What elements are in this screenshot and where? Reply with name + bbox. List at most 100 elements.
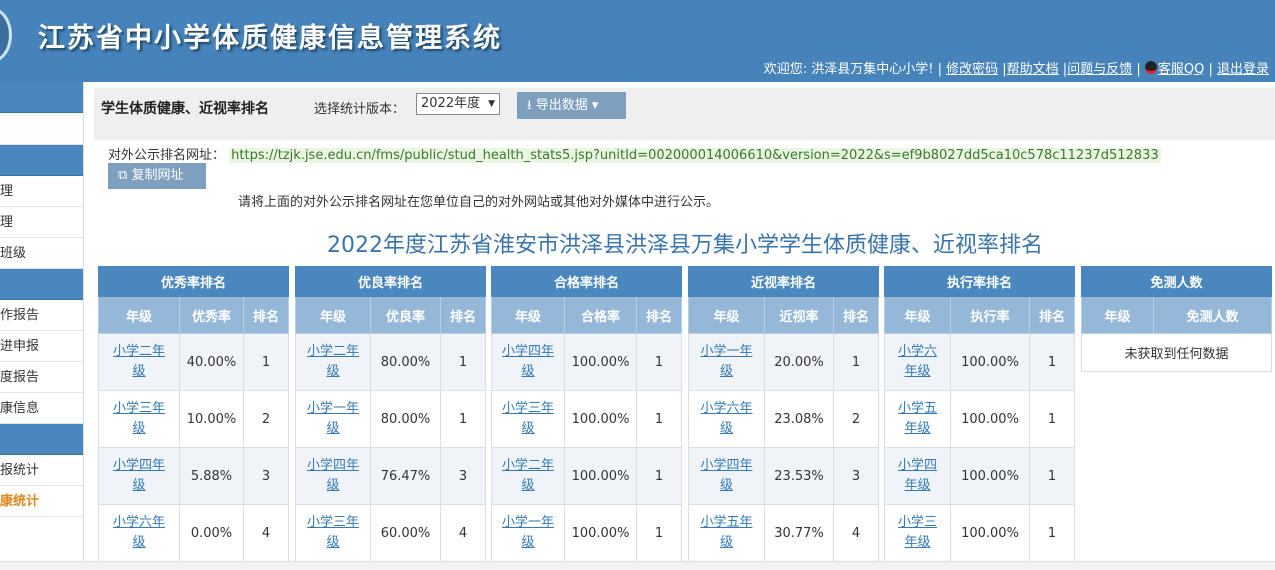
rate-cell: 40.00% xyxy=(179,333,244,391)
grade-link[interactable]: 小学三年级 xyxy=(898,515,937,550)
sidebar-item-active[interactable]: 康统计 xyxy=(0,486,83,517)
grade-link[interactable]: 小学三年级 xyxy=(502,401,554,436)
grade-link[interactable]: 小学一年级 xyxy=(307,401,359,436)
logout-link[interactable]: 退出登录 xyxy=(1217,62,1269,77)
column-header: 免测人数 xyxy=(1153,296,1272,334)
rank-cell: 1 xyxy=(440,390,486,448)
sidebar-item[interactable]: 度报告 xyxy=(0,362,83,393)
rate-cell: 30.77% xyxy=(764,504,834,562)
rate-cell: 100.00% xyxy=(950,504,1030,562)
table-row: 小学四年级 23.53% 3 xyxy=(688,447,879,505)
logo-icon xyxy=(0,7,12,63)
sidebar-item[interactable]: 理 xyxy=(0,176,83,207)
table-row: 小学六年级 23.08% 2 xyxy=(688,390,879,448)
public-url-value[interactable]: https://tzjk.jse.edu.cn/fms/public/stud_… xyxy=(229,148,1161,163)
rank-cell: 4 xyxy=(833,504,879,562)
execution-rank-table: 执行率排名 年级 执行率 排名 小学六 年级 100.00% 1 小学五 年级 100.00… xyxy=(884,266,1075,562)
grade-cell: 小学六年级 xyxy=(884,333,951,391)
export-button[interactable]: ⭳ 导出数据 ▾ xyxy=(517,92,626,119)
rank-cell: 1 xyxy=(636,333,682,391)
myopia-rank-table: 近视率排名 年级 近视率 排名 小学一年级 20.00% 1 小学六年级 23.08% 2… xyxy=(688,266,879,562)
grade-cell: 小学一年级 xyxy=(688,333,765,391)
change-password-link[interactable]: 修改密码 xyxy=(946,62,998,77)
grade-link[interactable]: 小学四年级 xyxy=(898,458,937,493)
sidebar-group-header[interactable] xyxy=(0,269,83,300)
grade-cell: 小学四年级 xyxy=(295,447,371,505)
sidebar-group-header[interactable] xyxy=(0,145,83,176)
table-row: 小学三年级 60.00% 4 xyxy=(295,504,486,562)
sidebar-item[interactable] xyxy=(0,113,83,145)
grade-cell: 小学三年级 xyxy=(491,390,565,448)
rate-cell: 0.00% xyxy=(179,504,244,562)
grade-cell: 小学三年级 xyxy=(884,504,951,562)
rank-cell: 1 xyxy=(636,447,682,505)
download-icon: ⭳ xyxy=(527,98,532,113)
rank-cell: 1 xyxy=(1029,333,1075,391)
copy-url-button[interactable]: ⧉ 复制网址 xyxy=(108,163,206,189)
column-header: 排名 xyxy=(243,296,289,334)
grade-cell: 小学四年级 xyxy=(491,333,565,391)
feedback-link[interactable]: 问题与反馈 xyxy=(1067,62,1132,77)
rate-cell: 100.00% xyxy=(950,333,1030,391)
grade-link[interactable]: 小学六年级 xyxy=(700,401,752,436)
grade-link[interactable]: 小学五年级 xyxy=(898,401,937,436)
grade-link[interactable]: 小学四年级 xyxy=(113,458,165,493)
excellent-rank-table: 优秀率排名 年级 优秀率 排名 小学二年级 40.00% 1 小学三年级 10.00% 2… xyxy=(98,266,289,562)
grade-link[interactable]: 小学一年级 xyxy=(502,515,554,550)
notice-text: 请将上面的对外公示排名网址在您单位自己的对外网站或其他对外媒体中进行公示。 xyxy=(238,195,720,210)
welcome-text: 欢迎您: 洪泽县万集中心小学! xyxy=(763,62,934,77)
version-label: 选择统计版本： xyxy=(314,102,406,117)
grade-link[interactable]: 小学四年级 xyxy=(502,344,554,379)
grade-link[interactable]: 小学六年级 xyxy=(113,515,165,550)
column-header: 年级 xyxy=(1081,296,1154,334)
version-select[interactable]: 2022年度 ▼ xyxy=(416,93,500,115)
grade-link[interactable]: 小学二年级 xyxy=(502,458,554,493)
sidebar-group-header[interactable] xyxy=(0,424,83,455)
column-header: 近视率 xyxy=(764,296,834,334)
grade-cell: 小学二年级 xyxy=(491,447,565,505)
grade-cell: 小学四年级 xyxy=(688,447,765,505)
help-docs-link[interactable]: 帮助文档 xyxy=(1007,62,1059,77)
sidebar-item[interactable]: 作报告 xyxy=(0,300,83,331)
table-title: 执行率排名 xyxy=(884,266,1075,297)
grade-link[interactable]: 小学三年级 xyxy=(307,515,359,550)
grade-link[interactable]: 小学三年级 xyxy=(113,401,165,436)
grade-cell: 小学六年级 xyxy=(98,504,180,562)
qq-support-link[interactable]: 客服QQ xyxy=(1158,62,1204,77)
grade-link[interactable]: 小学二年级 xyxy=(113,344,165,379)
grade-link[interactable]: 小学二年级 xyxy=(307,344,359,379)
pass-rank-table: 合格率排名 年级 合格率 排名 小学四年级 100.00% 1 小学三年级 100.00… xyxy=(491,266,682,562)
table-title: 优秀率排名 xyxy=(98,266,289,297)
sidebar-item[interactable]: 进申报 xyxy=(0,331,83,362)
column-header: 年级 xyxy=(295,296,371,334)
grade-link[interactable]: 小学五年级 xyxy=(700,515,752,550)
rank-cell: 2 xyxy=(833,390,879,448)
empty-message: 未获取到任何数据 xyxy=(1081,333,1272,372)
grade-link[interactable]: 小学四年级 xyxy=(307,458,359,493)
grade-cell: 小学二年级 xyxy=(98,333,180,391)
top-links: 欢迎您: 洪泽县万集中心小学! | 修改密码 |帮助文档 |问题与反馈 | 客服… xyxy=(763,61,1269,77)
grade-link[interactable]: 小学四年级 xyxy=(700,458,752,493)
column-header: 年级 xyxy=(884,296,951,334)
sidebar-group-header[interactable] xyxy=(0,82,83,113)
rate-cell: 100.00% xyxy=(564,390,637,448)
column-header: 年级 xyxy=(491,296,565,334)
sidebar-item[interactable]: 康信息 xyxy=(0,393,83,424)
grade-link[interactable]: 小学一年级 xyxy=(700,344,752,379)
exempt-count-table: 免测人数 年级 免测人数 未获取到任何数据 xyxy=(1081,266,1272,372)
rank-cell: 1 xyxy=(243,333,289,391)
grade-cell: 小学五年级 xyxy=(884,390,951,448)
version-select-value: 2022年度 xyxy=(421,96,481,111)
copy-icon: ⧉ xyxy=(118,168,128,183)
table-row: 小学二年级 40.00% 1 xyxy=(98,333,289,391)
grade-link[interactable]: 小学六年级 xyxy=(898,344,937,379)
column-header: 年级 xyxy=(98,296,180,334)
rate-cell: 23.08% xyxy=(764,390,834,448)
table-row: 小学一年级 80.00% 1 xyxy=(295,390,486,448)
sidebar-item[interactable]: 报统计 xyxy=(0,455,83,486)
rank-cell: 2 xyxy=(243,390,289,448)
table-row: 小学五年级 30.77% 4 xyxy=(688,504,879,562)
dropdown-arrow-icon: ▼ xyxy=(488,99,495,109)
rate-cell: 23.53% xyxy=(764,447,834,505)
table-row: 小学六年级 0.00% 4 xyxy=(98,504,289,562)
